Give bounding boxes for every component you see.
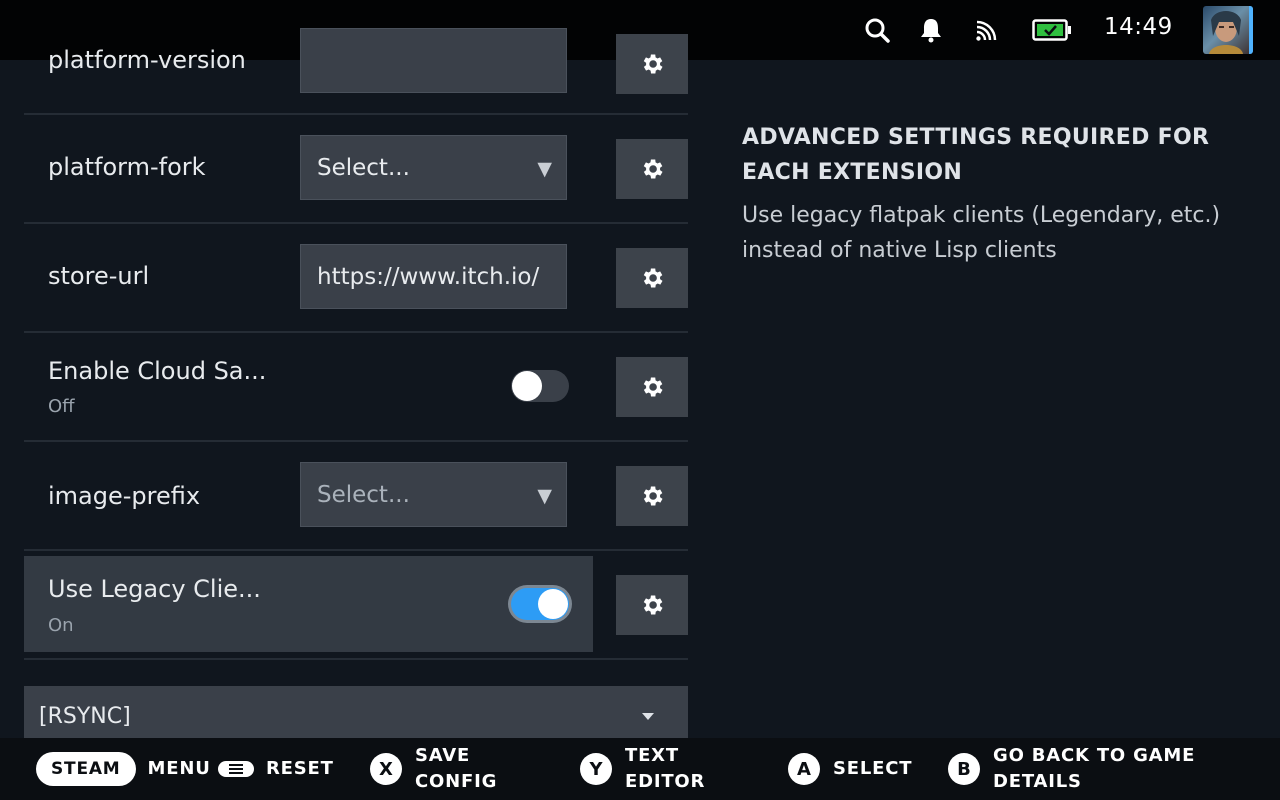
info-heading: ADVANCED SETTINGS REQUIRED FOR EACH EXTE…: [742, 125, 1210, 185]
setting-label: store-url: [48, 262, 150, 290]
y-button-icon: Y: [580, 753, 612, 785]
b-button-icon: B: [948, 753, 980, 785]
setting-row-enable-cloud-saves: Enable Cloud Sa... Off: [24, 333, 688, 442]
rsync-section-dropdown[interactable]: [RSYNC]: [24, 686, 688, 744]
gear-icon: [643, 159, 663, 179]
hint-label: MENU: [147, 758, 211, 779]
section-dropdown-label: [RSYNC]: [39, 704, 131, 729]
toggle-knob: [512, 371, 542, 401]
hint-label: GO BACK TO GAME DETAILS: [993, 745, 1196, 792]
setting-label: platform-fork: [48, 153, 206, 181]
setting-label: Use Legacy Clie...: [48, 575, 261, 603]
search-icon[interactable]: [862, 14, 892, 46]
chevron-down-icon: [642, 713, 654, 720]
hint-label: RESET: [266, 758, 334, 779]
info-description: Use legacy flatpak clients (Legendary, e…: [742, 203, 1221, 263]
menu-button-icon: [218, 761, 254, 777]
toggle-knob: [538, 589, 568, 619]
hint-label: SAVE CONFIG: [415, 745, 498, 792]
hint-save-config[interactable]: X SAVE CONFIG: [370, 738, 497, 800]
gear-button[interactable]: [616, 575, 688, 635]
setting-row-platform-version: platform-version: [24, 6, 688, 115]
steam-button-icon: STEAM: [36, 752, 136, 786]
gear-icon: [643, 486, 663, 506]
hint-go-back[interactable]: B GO BACK TO GAME DETAILS: [948, 738, 1195, 800]
setting-label: platform-version: [48, 46, 246, 74]
select-value: Select...: [317, 154, 410, 181]
gear-button[interactable]: [616, 248, 688, 308]
gear-icon: [643, 54, 663, 74]
a-button-icon: A: [788, 753, 820, 785]
focus-highlight[interactable]: [24, 556, 593, 652]
hint-steam-menu[interactable]: STEAM MENU: [36, 738, 211, 800]
cast-icon[interactable]: [972, 14, 1002, 46]
x-button-icon: X: [370, 753, 402, 785]
platform-fork-select[interactable]: Select... ▼: [300, 135, 567, 200]
hint-label: TEXT EDITOR: [625, 745, 706, 792]
setting-row-image-prefix: image-prefix Select... ▼: [24, 442, 688, 551]
hint-reset[interactable]: RESET: [218, 738, 334, 800]
gear-button[interactable]: [616, 34, 688, 94]
setting-row-store-url: store-url https://www.itch.io/: [24, 224, 688, 333]
gear-icon: [643, 377, 663, 397]
store-url-input[interactable]: https://www.itch.io/: [300, 244, 567, 309]
gear-icon: [643, 268, 663, 288]
toggle-state-text: On: [48, 615, 74, 636]
bell-icon[interactable]: [916, 14, 946, 46]
setting-row-platform-fork: platform-fork Select... ▼: [24, 115, 688, 224]
platform-version-input[interactable]: [300, 28, 567, 93]
clock: 14:49: [1104, 14, 1173, 40]
hint-select[interactable]: A SELECT: [788, 738, 912, 800]
setting-label: image-prefix: [48, 482, 201, 510]
hint-label: SELECT: [833, 758, 913, 779]
image-prefix-select[interactable]: Select... ▼: [300, 462, 567, 527]
dropdown-arrow-icon: ▼: [537, 158, 552, 180]
gear-icon: [643, 595, 663, 615]
select-value: Select...: [317, 481, 410, 508]
gear-button[interactable]: [616, 139, 688, 199]
gear-button[interactable]: [616, 466, 688, 526]
avatar[interactable]: [1203, 6, 1253, 54]
battery-charging-icon[interactable]: [1032, 14, 1072, 46]
use-legacy-clients-toggle[interactable]: [511, 588, 569, 620]
button-hint-bar: STEAM MENU RESET X SAVE CONFIG Y TEXT EDIT…: [0, 738, 1280, 800]
info-panel: ADVANCED SETTINGS REQUIRED FOR EACH EXTE…: [742, 120, 1262, 268]
setting-row-use-legacy-clients: Use Legacy Clie... On: [24, 551, 688, 660]
gear-button[interactable]: [616, 357, 688, 417]
toggle-state-text: Off: [48, 396, 75, 417]
setting-label: Enable Cloud Sa...: [48, 357, 267, 385]
hint-text-editor[interactable]: Y TEXT EDITOR: [580, 738, 705, 800]
dropdown-arrow-icon: ▼: [537, 485, 552, 507]
enable-cloud-saves-toggle[interactable]: [511, 370, 569, 402]
